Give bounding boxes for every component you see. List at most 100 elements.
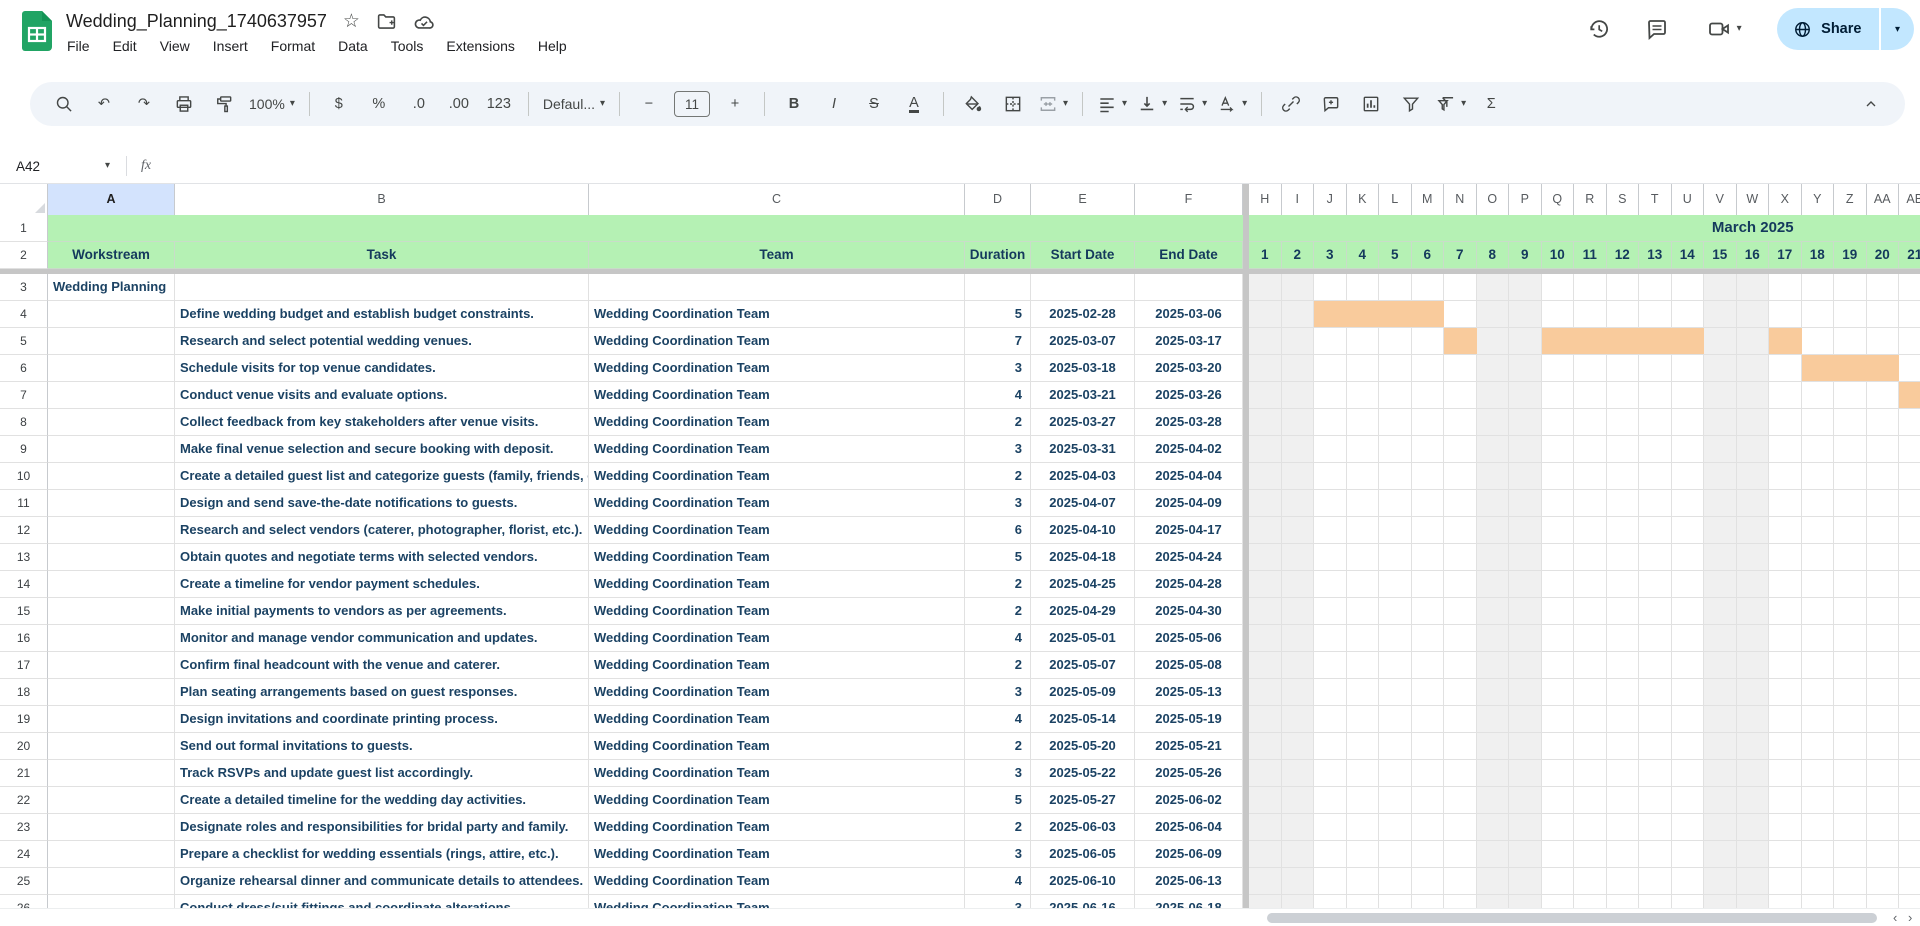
- gantt-cell-r24-d8[interactable]: [1477, 841, 1510, 868]
- gantt-cell-r16-d7[interactable]: [1444, 625, 1477, 652]
- gantt-cell-r6-d11[interactable]: [1574, 355, 1607, 382]
- row-header-2[interactable]: 2: [0, 242, 48, 269]
- gantt-cell-r5-d16[interactable]: [1737, 328, 1770, 355]
- text-color-icon[interactable]: A: [896, 88, 932, 120]
- gantt-cell-r16-d1[interactable]: [1249, 625, 1282, 652]
- gantt-cell-r11-d2[interactable]: [1282, 490, 1315, 517]
- cell-end-date-r3[interactable]: [1135, 274, 1243, 301]
- gantt-cell-r16-d11[interactable]: [1574, 625, 1607, 652]
- gantt-cell-r23-d10[interactable]: [1542, 814, 1575, 841]
- cell-task-r11[interactable]: Design and send save-the-date notificati…: [175, 490, 589, 517]
- gantt-cell-r7-d2[interactable]: [1282, 382, 1315, 409]
- row-header-20[interactable]: 20: [0, 733, 48, 760]
- gantt-cell-r18-d9[interactable]: [1509, 679, 1542, 706]
- gantt-cell-r22-d4[interactable]: [1347, 787, 1380, 814]
- column-header-D[interactable]: D: [965, 184, 1031, 216]
- gantt-cell-r6-d1[interactable]: [1249, 355, 1282, 382]
- gantt-cell-r26-d6[interactable]: [1412, 895, 1445, 908]
- gantt-cell-r19-d7[interactable]: [1444, 706, 1477, 733]
- gantt-cell-r6-d10[interactable]: [1542, 355, 1575, 382]
- gantt-cell-r21-d20[interactable]: [1867, 760, 1900, 787]
- horizontal-align-icon[interactable]: ▾: [1094, 88, 1130, 120]
- cell-team-r12[interactable]: Wedding Coordination Team: [589, 517, 965, 544]
- row-header-26[interactable]: 26: [0, 895, 48, 908]
- gantt-cell-r11-d12[interactable]: [1607, 490, 1640, 517]
- gantt-cell-r15-d21[interactable]: [1899, 598, 1920, 625]
- gantt-cell-r21-d5[interactable]: [1379, 760, 1412, 787]
- cell-duration-r6[interactable]: 3: [965, 355, 1031, 382]
- gantt-cell-r12-d8[interactable]: [1477, 517, 1510, 544]
- cell-duration-r15[interactable]: 2: [965, 598, 1031, 625]
- gantt-cell-r19-d11[interactable]: [1574, 706, 1607, 733]
- gantt-cell-r13-d12[interactable]: [1607, 544, 1640, 571]
- gantt-cell-r21-d10[interactable]: [1542, 760, 1575, 787]
- gantt-cell-r21-d12[interactable]: [1607, 760, 1640, 787]
- cell-duration-r26[interactable]: 3: [965, 895, 1031, 908]
- gantt-cell-r3-d2[interactable]: [1282, 274, 1315, 301]
- gantt-cell-r15-d6[interactable]: [1412, 598, 1445, 625]
- cell-team-r13[interactable]: Wedding Coordination Team: [589, 544, 965, 571]
- cell-duration-r24[interactable]: 3: [965, 841, 1031, 868]
- gantt-cell-r14-d7[interactable]: [1444, 571, 1477, 598]
- cell-end-date-r10[interactable]: 2025-04-04: [1135, 463, 1243, 490]
- cell-task-r8[interactable]: Collect feedback from key stakeholders a…: [175, 409, 589, 436]
- gantt-cell-r26-d14[interactable]: [1672, 895, 1705, 908]
- gantt-cell-r25-d5[interactable]: [1379, 868, 1412, 895]
- day-header-21[interactable]: 21: [1899, 242, 1920, 269]
- cell-team-r21[interactable]: Wedding Coordination Team: [589, 760, 965, 787]
- gantt-cell-r16-d21[interactable]: [1899, 625, 1920, 652]
- gantt-cell-r8-d6[interactable]: [1412, 409, 1445, 436]
- gantt-cell-r4-d15[interactable]: [1704, 301, 1737, 328]
- gantt-cell-r7-d7[interactable]: [1444, 382, 1477, 409]
- gantt-cell-r8-d4[interactable]: [1347, 409, 1380, 436]
- gantt-cell-r8-d20[interactable]: [1867, 409, 1900, 436]
- cell-start-date-r10[interactable]: 2025-04-03: [1031, 463, 1135, 490]
- cell-start-date-r22[interactable]: 2025-05-27: [1031, 787, 1135, 814]
- gantt-cell-r16-d20[interactable]: [1867, 625, 1900, 652]
- gantt-cell-r7-d12[interactable]: [1607, 382, 1640, 409]
- gantt-cell-r22-d16[interactable]: [1737, 787, 1770, 814]
- gantt-cell-r21-d21[interactable]: [1899, 760, 1920, 787]
- day-header-15[interactable]: 15: [1704, 242, 1737, 269]
- gantt-cell-r4-d20[interactable]: [1867, 301, 1900, 328]
- gantt-cell-r11-d10[interactable]: [1542, 490, 1575, 517]
- cell-team-r6[interactable]: Wedding Coordination Team: [589, 355, 965, 382]
- gantt-cell-r16-d14[interactable]: [1672, 625, 1705, 652]
- cell-workstream-r9[interactable]: [48, 436, 175, 463]
- gantt-cell-r17-d11[interactable]: [1574, 652, 1607, 679]
- gantt-cell-r6-d13[interactable]: [1639, 355, 1672, 382]
- gantt-cell-r14-d1[interactable]: [1249, 571, 1282, 598]
- gantt-cell-r7-d1[interactable]: [1249, 382, 1282, 409]
- gantt-cell-r26-d1[interactable]: [1249, 895, 1282, 908]
- gantt-cell-r15-d10[interactable]: [1542, 598, 1575, 625]
- gantt-cell-r21-d13[interactable]: [1639, 760, 1672, 787]
- gantt-cell-r25-d13[interactable]: [1639, 868, 1672, 895]
- gantt-cell-r3-d11[interactable]: [1574, 274, 1607, 301]
- column-header-H[interactable]: H: [1249, 184, 1282, 216]
- row-header-3[interactable]: 3: [0, 274, 48, 301]
- day-header-4[interactable]: 4: [1347, 242, 1380, 269]
- gantt-cell-r23-d2[interactable]: [1282, 814, 1315, 841]
- gantt-cell-r14-d5[interactable]: [1379, 571, 1412, 598]
- cell-end-date-r6[interactable]: 2025-03-20: [1135, 355, 1243, 382]
- gantt-cell-r14-d6[interactable]: [1412, 571, 1445, 598]
- gantt-cell-r23-d4[interactable]: [1347, 814, 1380, 841]
- gantt-cell-r16-d2[interactable]: [1282, 625, 1315, 652]
- gantt-cell-r21-d11[interactable]: [1574, 760, 1607, 787]
- gantt-cell-r20-d12[interactable]: [1607, 733, 1640, 760]
- gantt-cell-r24-d21[interactable]: [1899, 841, 1920, 868]
- cell-end-date-r16[interactable]: 2025-05-06: [1135, 625, 1243, 652]
- gantt-cell-r13-d5[interactable]: [1379, 544, 1412, 571]
- gantt-cell-r24-d3[interactable]: [1314, 841, 1347, 868]
- gantt-cell-r3-d15[interactable]: [1704, 274, 1737, 301]
- gantt-cell-r19-d12[interactable]: [1607, 706, 1640, 733]
- cell-task-r7[interactable]: Conduct venue visits and evaluate option…: [175, 382, 589, 409]
- cell-team-r11[interactable]: Wedding Coordination Team: [589, 490, 965, 517]
- gantt-cell-r13-d18[interactable]: [1802, 544, 1835, 571]
- gantt-cell-r22-d13[interactable]: [1639, 787, 1672, 814]
- gantt-cell-r14-d8[interactable]: [1477, 571, 1510, 598]
- cell-duration-r4[interactable]: 5: [965, 301, 1031, 328]
- gantt-cell-r17-d10[interactable]: [1542, 652, 1575, 679]
- gantt-cell-r25-d12[interactable]: [1607, 868, 1640, 895]
- cell-task-r21[interactable]: Track RSVPs and update guest list accord…: [175, 760, 589, 787]
